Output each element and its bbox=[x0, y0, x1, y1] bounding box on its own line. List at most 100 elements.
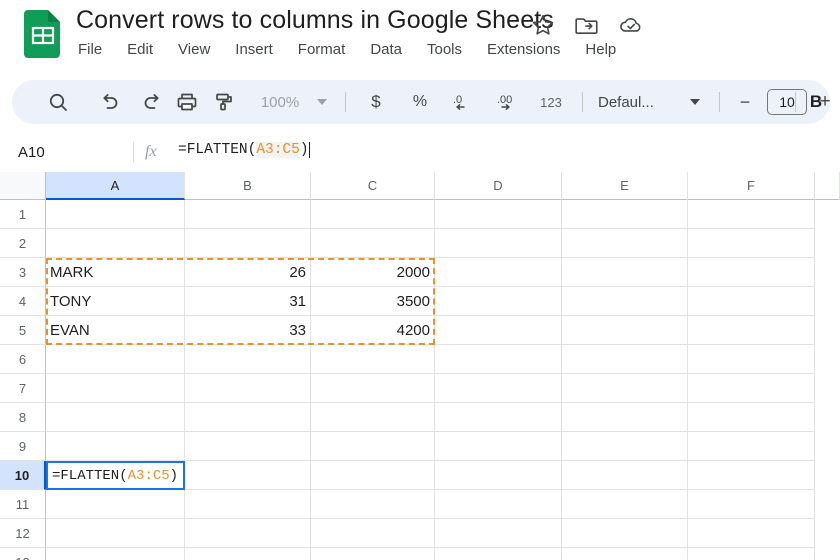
grid-cell-D5[interactable] bbox=[435, 316, 562, 345]
grid-cell-B11[interactable] bbox=[185, 490, 311, 519]
grid-cell-C1[interactable] bbox=[311, 200, 435, 229]
print-button[interactable] bbox=[171, 80, 203, 124]
grid-cell-F12[interactable] bbox=[688, 519, 815, 548]
grid-cell-B8[interactable] bbox=[185, 403, 311, 432]
row-header-6[interactable]: 6 bbox=[0, 345, 46, 374]
star-icon[interactable] bbox=[530, 12, 556, 38]
name-box[interactable]: A10 bbox=[10, 137, 130, 167]
row-header-1[interactable]: 1 bbox=[0, 200, 46, 229]
grid-cell-D9[interactable] bbox=[435, 432, 562, 461]
grid-cell-A3[interactable]: MARK bbox=[46, 258, 185, 287]
redo-button[interactable] bbox=[137, 80, 169, 124]
row-header-12[interactable]: 12 bbox=[0, 519, 46, 548]
grid-cell-E5[interactable] bbox=[562, 316, 688, 345]
grid-cell-C8[interactable] bbox=[311, 403, 435, 432]
grid-cell-E9[interactable] bbox=[562, 432, 688, 461]
page-title[interactable]: Convert rows to columns in Google Sheets bbox=[76, 6, 554, 35]
spreadsheet-grid[interactable]: ABCDEF 1234567891011121314 MARK262000TON… bbox=[0, 172, 840, 560]
grid-cell-A2[interactable] bbox=[46, 229, 185, 258]
column-header-end[interactable] bbox=[815, 172, 840, 200]
grid-cell-D11[interactable] bbox=[435, 490, 562, 519]
selected-cell-a10[interactable]: =FLATTEN(A3:C5) bbox=[46, 461, 185, 490]
grid-cell-D12[interactable] bbox=[435, 519, 562, 548]
font-family-dropdown-button[interactable] bbox=[685, 80, 705, 124]
row-header-13[interactable]: 13 bbox=[0, 548, 46, 560]
grid-cell-F7[interactable] bbox=[688, 374, 815, 403]
cloud-saved-icon[interactable] bbox=[618, 12, 644, 38]
menu-item-help[interactable]: Help bbox=[585, 41, 616, 58]
move-to-folder-icon[interactable] bbox=[574, 12, 600, 38]
menu-item-edit[interactable]: Edit bbox=[127, 41, 153, 58]
format-percent-button[interactable]: % bbox=[404, 80, 436, 124]
column-header-f[interactable]: F bbox=[688, 172, 815, 200]
grid-cell-F3[interactable] bbox=[688, 258, 815, 287]
decrease-font-size-button[interactable]: − bbox=[729, 80, 761, 124]
menu-item-tools[interactable]: Tools bbox=[427, 41, 462, 58]
grid-cell-B4[interactable]: 31 bbox=[185, 287, 311, 316]
grid-cell-B1[interactable] bbox=[185, 200, 311, 229]
grid-cell-E8[interactable] bbox=[562, 403, 688, 432]
grid-cell-C7[interactable] bbox=[311, 374, 435, 403]
grid-cell-B9[interactable] bbox=[185, 432, 311, 461]
grid-cell-B6[interactable] bbox=[185, 345, 311, 374]
grid-cell-C10[interactable] bbox=[311, 461, 435, 490]
grid-cell-D8[interactable] bbox=[435, 403, 562, 432]
grid-cell-A7[interactable] bbox=[46, 374, 185, 403]
column-header-e[interactable]: E bbox=[562, 172, 688, 200]
decrease-decimal-button[interactable]: .0 bbox=[444, 80, 480, 124]
zoom-dropdown-button[interactable] bbox=[312, 80, 332, 124]
grid-cell-E11[interactable] bbox=[562, 490, 688, 519]
grid-cell-B2[interactable] bbox=[185, 229, 311, 258]
row-header-8[interactable]: 8 bbox=[0, 403, 46, 432]
grid-cell-B3[interactable]: 26 bbox=[185, 258, 311, 287]
grid-cell-E7[interactable] bbox=[562, 374, 688, 403]
grid-cell-D10[interactable] bbox=[435, 461, 562, 490]
grid-cell-E2[interactable] bbox=[562, 229, 688, 258]
grid-cell-C5[interactable]: 4200 bbox=[311, 316, 435, 345]
grid-cell-C9[interactable] bbox=[311, 432, 435, 461]
grid-cell-C4[interactable]: 3500 bbox=[311, 287, 435, 316]
menu-item-format[interactable]: Format bbox=[298, 41, 346, 58]
grid-cell-D4[interactable] bbox=[435, 287, 562, 316]
grid-cell-E12[interactable] bbox=[562, 519, 688, 548]
grid-cell-A6[interactable] bbox=[46, 345, 185, 374]
grid-cell-E3[interactable] bbox=[562, 258, 688, 287]
grid-cell-F13[interactable] bbox=[688, 548, 815, 560]
formula-input[interactable]: =FLATTEN(A3:C5) bbox=[178, 142, 319, 158]
grid-cell-F1[interactable] bbox=[688, 200, 815, 229]
grid-cell-C3[interactable]: 2000 bbox=[311, 258, 435, 287]
grid-cell-F11[interactable] bbox=[688, 490, 815, 519]
row-header-4[interactable]: 4 bbox=[0, 287, 46, 316]
search-button[interactable] bbox=[42, 80, 74, 124]
row-header-5[interactable]: 5 bbox=[0, 316, 46, 345]
more-formats-button[interactable]: 123 bbox=[531, 80, 571, 124]
menu-item-view[interactable]: View bbox=[178, 41, 210, 58]
menu-item-extensions[interactable]: Extensions bbox=[487, 41, 560, 58]
grid-cell-F6[interactable] bbox=[688, 345, 815, 374]
format-currency-button[interactable]: $ bbox=[360, 80, 392, 124]
grid-cell-D2[interactable] bbox=[435, 229, 562, 258]
row-header-11[interactable]: 11 bbox=[0, 490, 46, 519]
column-header-b[interactable]: B bbox=[185, 172, 311, 200]
grid-cell-D13[interactable] bbox=[435, 548, 562, 560]
column-header-a[interactable]: A bbox=[46, 172, 185, 200]
grid-cell-A9[interactable] bbox=[46, 432, 185, 461]
grid-cell-F9[interactable] bbox=[688, 432, 815, 461]
column-header-d[interactable]: D bbox=[435, 172, 562, 200]
increase-decimal-button[interactable]: .00 bbox=[489, 80, 525, 124]
grid-cell-F10[interactable] bbox=[688, 461, 815, 490]
grid-cell-B12[interactable] bbox=[185, 519, 311, 548]
grid-cell-E13[interactable] bbox=[562, 548, 688, 560]
grid-cell-B10[interactable] bbox=[185, 461, 311, 490]
grid-cell-A11[interactable] bbox=[46, 490, 185, 519]
grid-cell-E10[interactable] bbox=[562, 461, 688, 490]
row-header-3[interactable]: 3 bbox=[0, 258, 46, 287]
grid-cell-A12[interactable] bbox=[46, 519, 185, 548]
grid-cell-C13[interactable] bbox=[311, 548, 435, 560]
grid-cell-A13[interactable] bbox=[46, 548, 185, 560]
grid-cell-D3[interactable] bbox=[435, 258, 562, 287]
zoom-level-display[interactable]: 100% bbox=[252, 80, 308, 124]
menu-item-insert[interactable]: Insert bbox=[235, 41, 273, 58]
grid-cell-F4[interactable] bbox=[688, 287, 815, 316]
grid-cell-A4[interactable]: TONY bbox=[46, 287, 185, 316]
